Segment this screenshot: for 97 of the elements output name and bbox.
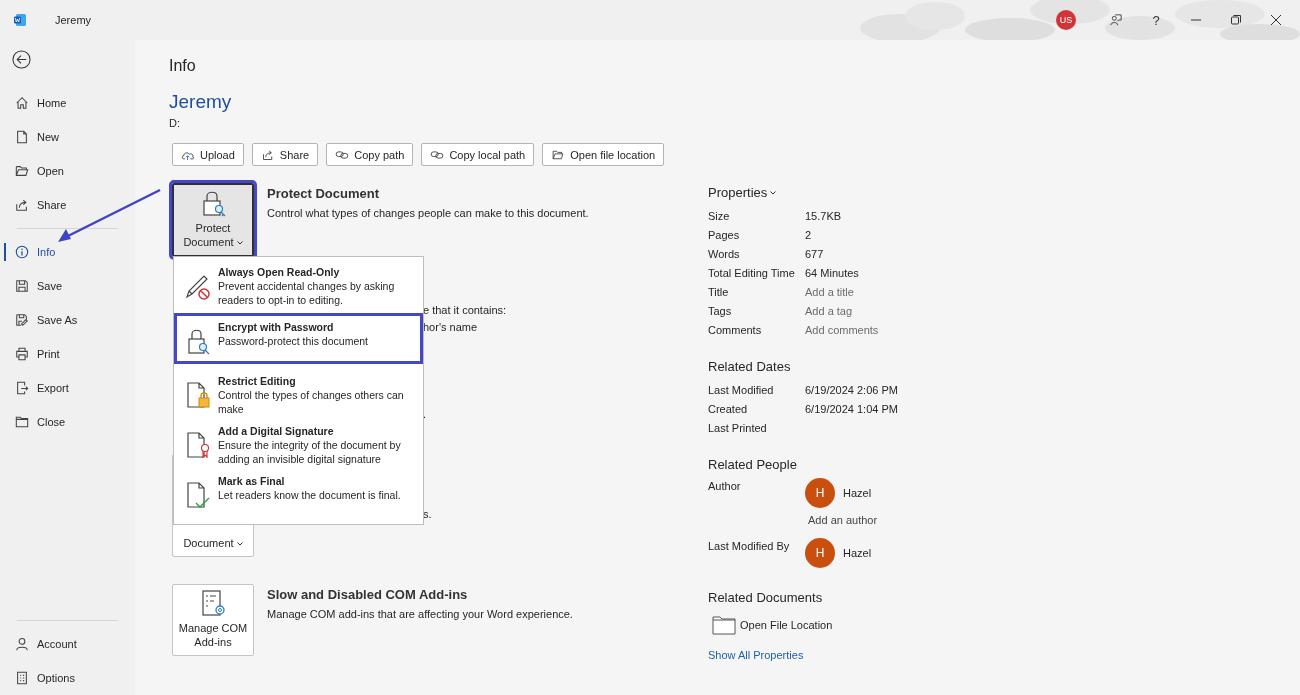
add-author-link[interactable]: Add an author [808, 514, 1300, 526]
action-button[interactable]: Share [251, 143, 319, 166]
property-label: Total Editing Time [708, 266, 796, 279]
sidebar-item[interactable]: Info [0, 235, 135, 269]
protect-document-button[interactable]: Protect Document [172, 183, 254, 257]
property-label: Last Printed [708, 421, 768, 434]
property-field[interactable]: Add a title [805, 285, 1300, 298]
partial-text: e that it contains: [423, 303, 507, 318]
action-button[interactable]: Upload [172, 143, 244, 166]
sidebar-item[interactable]: Close [0, 405, 135, 439]
feedback-icon [1110, 14, 1122, 26]
section-title: Slow and Disabled COM Add-ins [267, 587, 469, 602]
property-value: 6/19/2024 1:04 PM [805, 402, 899, 415]
partial-text: hor's name [423, 320, 479, 335]
folder-icon [551, 148, 566, 161]
property-label: Comments [708, 323, 763, 336]
window-title: Jeremy [55, 14, 92, 26]
group-heading: Related Documents [708, 590, 824, 605]
folder-icon [712, 615, 736, 635]
open-file-location-link[interactable]: Open File Location [740, 619, 833, 631]
sidebar-item[interactable]: Open [0, 154, 135, 188]
property-label: Last Modified [708, 383, 775, 396]
restore-icon [1230, 14, 1242, 26]
action-button[interactable]: Copy path [326, 143, 414, 166]
document-lock-icon [184, 380, 212, 410]
sidebar-item[interactable]: Home [0, 86, 135, 120]
menu-item[interactable]: Restrict Editing Control the types of changes others can make [174, 370, 423, 420]
menu-item[interactable]: Always Open Read-Only Prevent accidental changes by asking readers to opt-in to editing. [174, 261, 423, 311]
section-title: Protect Document [267, 186, 380, 201]
property-label: Size [708, 209, 731, 222]
document-check-icon [184, 480, 212, 510]
share-icon [15, 198, 29, 212]
folder-icon [15, 164, 29, 178]
account-avatar[interactable]: US [1056, 10, 1076, 30]
property-label: Last Modified By [708, 539, 791, 554]
action-button[interactable]: Open file location [542, 143, 665, 166]
property-label: Words [708, 247, 741, 260]
document-icon [15, 130, 29, 144]
sidebar-item[interactable]: New [0, 120, 135, 154]
sidebar-item[interactable]: Save As [0, 303, 135, 337]
property-value: 2 [805, 228, 813, 241]
share-icon [260, 148, 275, 161]
menu-item[interactable]: Encrypt with Password Password-protect this document [174, 313, 423, 364]
person-avatar: H [805, 538, 835, 568]
action-button[interactable]: Copy local path [421, 143, 535, 166]
property-label: Title [708, 285, 730, 298]
app-logo-icon [13, 13, 27, 27]
sidebar-item[interactable]: Options [0, 661, 135, 695]
folder-icon [15, 415, 29, 429]
property-label: Tags [708, 304, 733, 317]
menu-item[interactable]: Add a Digital Signature Ensure the integrity of the document by adding an invisible digital signature [174, 420, 423, 470]
manage-addins-button[interactable]: Manage COM Add-ins [172, 584, 254, 656]
property-field[interactable]: Add comments [805, 323, 1300, 336]
sidebar-item[interactable]: Share [0, 188, 135, 222]
printer-icon [15, 347, 29, 361]
sidebar-item[interactable]: Save [0, 269, 135, 303]
property-value: 15.7KB [805, 209, 843, 222]
show-all-properties-link[interactable]: Show All Properties [708, 649, 804, 661]
person-name[interactable]: Hazel [843, 487, 872, 499]
export-icon [15, 381, 29, 395]
person-name[interactable]: Hazel [843, 547, 872, 559]
page-heading: Info [169, 57, 197, 75]
link-icon [430, 148, 445, 161]
property-value: 6/19/2024 2:06 PM [805, 383, 899, 396]
person-icon [15, 637, 29, 651]
group-heading: Related People [708, 457, 798, 472]
document-ribbon-icon [184, 430, 212, 460]
floppy-pen-icon [15, 313, 29, 327]
document-name: Jeremy [169, 91, 233, 113]
close-icon [1270, 14, 1282, 26]
sidebar-item[interactable]: Account [0, 627, 135, 661]
property-value: 677 [805, 247, 825, 260]
menu-item[interactable]: Mark as Final Let readers know the document is final. [174, 470, 423, 514]
property-label: Created [708, 402, 749, 415]
person-avatar: H [805, 478, 835, 508]
sidebar-item[interactable]: Print [0, 337, 135, 371]
section-description: Manage COM add-ins that are affecting your Word experience. [267, 608, 573, 620]
link-icon [335, 148, 350, 161]
help-button[interactable]: ? [1136, 5, 1176, 35]
options-icon [15, 671, 29, 685]
home-icon [15, 96, 29, 110]
chevron-down-icon [236, 542, 243, 547]
property-label: Pages [708, 228, 741, 241]
group-heading: Related Dates [708, 359, 792, 374]
back-icon[interactable] [12, 50, 31, 69]
chevron-down-icon [770, 190, 777, 195]
properties-heading: Properties [708, 185, 768, 200]
partial-text: . [423, 407, 428, 422]
property-value: 64 Minutes [805, 266, 860, 279]
partial-text: s. [423, 507, 432, 522]
section-description: Control what types of changes people can make to this document. [267, 207, 589, 219]
property-field[interactable]: Add a tag [805, 304, 1300, 317]
chevron-down-icon [236, 241, 243, 246]
info-icon [15, 245, 29, 259]
sidebar-item[interactable]: Export [0, 371, 135, 405]
property-label: Author [708, 479, 742, 494]
document-location: D: [169, 117, 181, 129]
